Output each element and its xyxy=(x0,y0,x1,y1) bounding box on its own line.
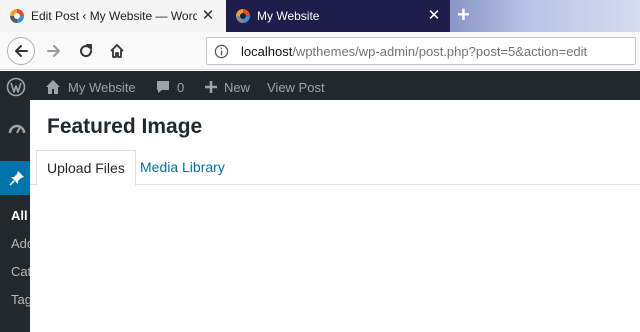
browser-nav-bar: localhost/wpthemes/wp-admin/post.php?pos… xyxy=(0,32,640,70)
modal-tab-bar: Upload Files Media Library xyxy=(30,150,640,186)
reload-icon xyxy=(80,44,93,58)
new-label: New xyxy=(224,79,251,95)
modal-title: Featured Image xyxy=(47,115,203,138)
home-icon xyxy=(110,44,124,58)
admin-bar-new[interactable]: New xyxy=(204,71,250,103)
admin-bar-view-post[interactable]: View Post xyxy=(267,71,325,103)
browser-tab-edit-post[interactable]: Edit Post ‹ My Website — Word ✕ xyxy=(0,0,226,32)
wp-admin-bar: My Website 0 New View Post xyxy=(0,71,640,103)
arrow-right-icon xyxy=(47,45,60,57)
pushpin-icon xyxy=(9,171,24,186)
home-icon xyxy=(46,80,60,94)
sidebar-sub-add[interactable]: Add xyxy=(11,236,32,251)
new-tab-button[interactable]: + xyxy=(457,4,470,26)
sidebar-item-posts[interactable] xyxy=(0,161,32,195)
home-button[interactable] xyxy=(103,37,131,65)
wordpress-favicon-icon xyxy=(10,9,24,23)
dashboard-icon[interactable] xyxy=(7,119,27,139)
admin-bar-comments[interactable]: 0 xyxy=(155,71,184,103)
back-button[interactable] xyxy=(7,37,35,65)
comment-icon xyxy=(157,81,169,93)
wp-admin-sidebar: All Add Cat Tag xyxy=(0,103,32,332)
admin-bar-site-link[interactable]: My Website xyxy=(44,71,136,103)
tab-upload-files[interactable]: Upload Files xyxy=(36,150,136,186)
wp-logo-button[interactable] xyxy=(6,71,26,103)
browser-tab-my-website[interactable]: My Website ✕ xyxy=(226,0,450,32)
arrow-left-icon xyxy=(15,45,28,57)
tab-media-library[interactable]: Media Library xyxy=(130,150,235,185)
address-bar[interactable]: localhost/wpthemes/wp-admin/post.php?pos… xyxy=(206,37,636,65)
plus-icon xyxy=(205,81,217,93)
close-tab-icon[interactable]: ✕ xyxy=(426,8,442,24)
info-icon[interactable] xyxy=(214,44,229,59)
tab-title: Edit Post ‹ My Website — Word xyxy=(31,9,197,23)
sidebar-sub-categories[interactable]: Cat xyxy=(11,264,31,279)
url-path: /wpthemes/wp-admin/post.php?post=5&actio… xyxy=(292,44,588,59)
comments-count: 0 xyxy=(177,79,185,95)
featured-image-modal: Featured Image Upload Files Media Librar… xyxy=(30,100,640,332)
url-text: localhost/wpthemes/wp-admin/post.php?pos… xyxy=(241,44,587,59)
sidebar-sub-tags[interactable]: Tag xyxy=(11,292,32,307)
browser-tab-strip: Edit Post ‹ My Website — Word ✕ My Websi… xyxy=(0,0,640,32)
url-host: localhost xyxy=(241,44,293,59)
reload-button[interactable] xyxy=(72,37,100,65)
forward-button[interactable] xyxy=(40,37,68,65)
view-post-label: View Post xyxy=(267,79,325,95)
wordpress-logo-icon xyxy=(6,77,26,97)
close-tab-icon[interactable]: ✕ xyxy=(200,8,216,24)
site-name: My Website xyxy=(68,79,136,95)
new-tab-area: + xyxy=(450,0,640,32)
wordpress-favicon-icon xyxy=(236,9,250,23)
tab-title: My Website xyxy=(257,9,320,23)
sidebar-sub-all[interactable]: All xyxy=(11,208,28,223)
